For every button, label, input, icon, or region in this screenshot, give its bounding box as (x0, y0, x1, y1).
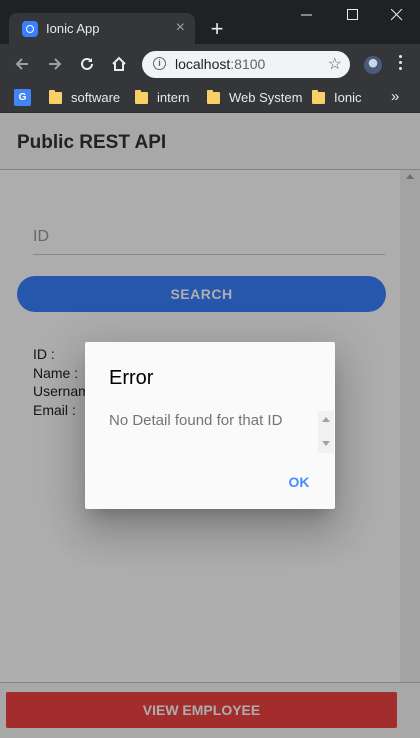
bookmarks-bar: G software intern Web System Ionic » (0, 84, 420, 113)
app-page: Public REST API SEARCH ID : Name : Usern… (0, 113, 420, 738)
minimize-icon (301, 14, 312, 16)
back-button[interactable] (9, 51, 35, 77)
ionic-favicon-icon (22, 21, 38, 37)
forward-button[interactable] (42, 51, 68, 77)
scroll-down-icon[interactable] (322, 441, 330, 446)
profile-avatar[interactable] (364, 56, 382, 74)
browser-tab[interactable]: Ionic App × (9, 13, 195, 44)
bookmark-ionic[interactable]: Ionic (334, 84, 361, 112)
home-button[interactable] (106, 51, 132, 77)
new-tab-button[interactable]: + (203, 15, 231, 43)
minimize-button[interactable] (284, 0, 330, 30)
scroll-up-icon[interactable] (322, 417, 330, 422)
browser-menu-icon[interactable] (398, 55, 404, 73)
google-translate-icon[interactable]: G (14, 89, 31, 106)
reload-button[interactable] (74, 51, 100, 77)
bookmark-intern[interactable]: intern (157, 84, 190, 112)
error-alert: Error No Detail found for that ID OK (85, 342, 335, 509)
folder-icon (49, 90, 62, 104)
address-bar[interactable]: i localhost:8100 ☆ (142, 51, 350, 78)
alert-message: No Detail found for that ID (109, 412, 283, 429)
browser-title-bar: Ionic App × + (0, 0, 420, 44)
tab-title: Ionic App (46, 21, 100, 36)
close-window-button[interactable] (374, 0, 420, 30)
site-info-icon[interactable]: i (153, 57, 166, 70)
bookmark-web-system[interactable]: Web System (229, 84, 302, 112)
folder-icon (312, 90, 325, 104)
bookmark-software[interactable]: software (71, 84, 120, 112)
bookmark-star-icon[interactable]: ☆ (328, 54, 342, 74)
forward-arrow-icon (49, 58, 62, 70)
close-icon (391, 9, 403, 21)
browser-toolbar: i localhost:8100 ☆ (0, 44, 420, 84)
alert-ok-button[interactable]: OK (281, 470, 317, 494)
maximize-icon (347, 9, 358, 20)
reload-icon (81, 57, 93, 70)
folder-icon (207, 90, 220, 104)
address-url: localhost:8100 (175, 56, 266, 72)
alert-title: Error (109, 367, 154, 389)
back-arrow-icon (15, 58, 28, 70)
home-icon (112, 56, 126, 71)
alert-scrollbar[interactable] (318, 411, 334, 453)
bookmarks-overflow-icon[interactable]: » (391, 84, 399, 112)
maximize-button[interactable] (330, 0, 376, 30)
folder-icon (135, 90, 148, 104)
tab-close-icon[interactable]: × (176, 19, 185, 37)
